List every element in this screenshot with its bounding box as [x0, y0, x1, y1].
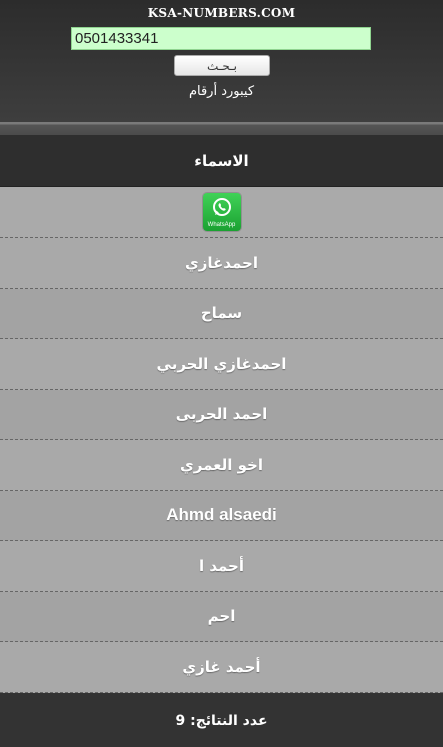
search-button[interactable]: بـحـث: [174, 55, 270, 76]
whatsapp-icon[interactable]: WhatsApp: [202, 193, 241, 231]
result-row-6[interactable]: Ahmd alsaedi: [0, 490, 443, 541]
result-row-1[interactable]: احمدغازي: [0, 238, 443, 289]
header-divider: [0, 122, 443, 135]
names-column-header: الاسماء: [0, 135, 443, 187]
result-row-7[interactable]: أحمد ا: [0, 541, 443, 592]
result-row-2[interactable]: سماح: [0, 288, 443, 339]
whatsapp-row: WhatsApp: [0, 187, 443, 238]
result-row-9[interactable]: أحمد غازي: [0, 642, 443, 693]
page: KSA-NUMBERS.COM بـحـث كيبورد أرقام الاسم…: [0, 0, 443, 747]
result-row-5[interactable]: اخو العمري: [0, 440, 443, 491]
numeric-keyboard-link[interactable]: كيبورد أرقام: [0, 84, 443, 99]
results-count: عدد النتائج: 9: [0, 695, 443, 747]
result-row-8[interactable]: احم: [0, 591, 443, 642]
results-list: الاسماء WhatsApp احمدغازي سماح احمدغازي …: [0, 135, 443, 693]
result-row-4[interactable]: احمد الحربى: [0, 389, 443, 440]
search-input[interactable]: [71, 27, 371, 50]
result-row-3[interactable]: احمدغازي الحربي: [0, 339, 443, 390]
header: KSA-NUMBERS.COM بـحـث كيبورد أرقام: [0, 0, 443, 122]
whatsapp-label: WhatsApp: [207, 222, 236, 228]
site-title: KSA-NUMBERS.COM: [147, 6, 296, 20]
